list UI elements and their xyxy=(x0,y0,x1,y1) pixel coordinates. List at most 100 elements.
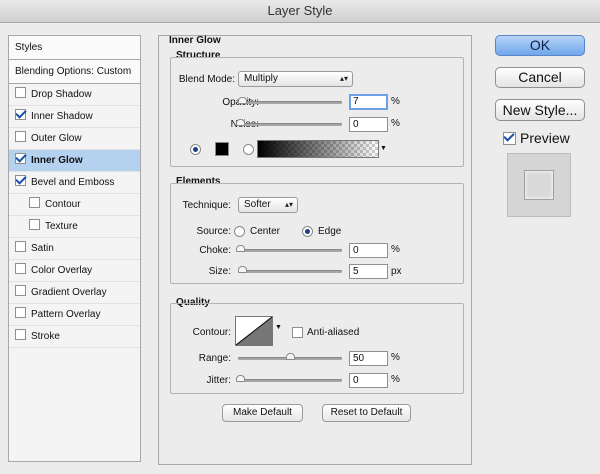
opacity-slider-thumb[interactable] xyxy=(238,97,247,104)
style-item-outer-glow[interactable]: Outer Glow xyxy=(9,128,140,150)
style-checkbox[interactable] xyxy=(29,197,40,208)
size-slider-thumb[interactable] xyxy=(238,266,247,273)
noise-unit: % xyxy=(391,118,400,129)
styles-header[interactable]: Styles xyxy=(9,36,140,60)
blend-mode-value: Multiply xyxy=(244,73,278,84)
style-checkbox[interactable] xyxy=(15,87,26,98)
preview-label[interactable]: Preview xyxy=(520,130,570,146)
opacity-input[interactable]: 7 xyxy=(349,94,388,110)
choke-unit: % xyxy=(391,244,400,255)
contour-label: Contour: xyxy=(192,327,231,338)
style-checkbox[interactable] xyxy=(15,153,26,164)
style-item-label: Bevel and Emboss xyxy=(31,177,115,188)
style-item-inner-shadow[interactable]: Inner Shadow xyxy=(9,106,140,128)
blending-options-row[interactable]: Blending Options: Custom xyxy=(9,60,140,84)
make-default-button[interactable]: Make Default xyxy=(222,404,303,422)
gradient-dropdown-icon[interactable]: ▼ xyxy=(380,145,387,152)
style-item-texture[interactable]: Texture xyxy=(9,216,140,238)
new-style-button[interactable]: New Style... xyxy=(495,99,585,121)
reset-to-default-button[interactable]: Reset to Default xyxy=(322,404,411,422)
range-label: Range: xyxy=(198,353,231,364)
choke-label: Choke: xyxy=(199,245,231,256)
style-item-label: Contour xyxy=(45,199,81,210)
size-unit: px xyxy=(391,266,402,277)
style-item-bevel-and-emboss[interactable]: Bevel and Emboss xyxy=(9,172,140,194)
style-item-label: Color Overlay xyxy=(31,265,93,276)
anti-aliased-checkbox[interactable] xyxy=(292,327,303,338)
inner-glow-panel: Inner Glow Structure Blend Mode: Multipl… xyxy=(158,35,472,465)
style-item-label: Inner Shadow xyxy=(31,111,93,122)
style-item-satin[interactable]: Satin xyxy=(9,238,140,260)
glow-gradient-picker[interactable] xyxy=(257,140,379,158)
technique-value: Softer xyxy=(244,199,271,210)
color-radio[interactable] xyxy=(190,144,201,155)
jitter-input[interactable]: 0 xyxy=(349,373,388,388)
noise-input[interactable]: 0 xyxy=(349,117,388,132)
source-center-label[interactable]: Center xyxy=(250,226,280,237)
noise-slider-thumb[interactable] xyxy=(236,119,245,126)
size-slider[interactable] xyxy=(238,270,342,273)
style-checkbox[interactable] xyxy=(15,307,26,318)
choke-slider[interactable] xyxy=(238,249,342,252)
style-item-label: Pattern Overlay xyxy=(31,309,101,320)
style-checkbox[interactable] xyxy=(15,263,26,274)
style-item-label: Outer Glow xyxy=(31,133,82,144)
ok-button[interactable]: OK xyxy=(495,35,585,56)
style-item-label: Satin xyxy=(31,243,54,254)
style-item-gradient-overlay[interactable]: Gradient Overlay xyxy=(9,282,140,304)
anti-aliased-label[interactable]: Anti-aliased xyxy=(307,327,359,338)
opacity-unit: % xyxy=(391,96,400,107)
style-item-drop-shadow[interactable]: Drop Shadow xyxy=(9,84,140,106)
source-edge-label[interactable]: Edge xyxy=(318,226,341,237)
technique-select[interactable]: Softer ▴▾ xyxy=(238,197,298,213)
inner-glow-title: Inner Glow xyxy=(169,35,221,46)
style-checkbox[interactable] xyxy=(15,175,26,186)
range-slider-thumb[interactable] xyxy=(286,353,295,360)
cancel-button[interactable]: Cancel xyxy=(495,67,585,88)
opacity-slider[interactable] xyxy=(238,101,342,104)
style-item-inner-glow[interactable]: Inner Glow xyxy=(9,150,140,172)
style-item-label: Texture xyxy=(45,221,78,232)
jitter-slider[interactable] xyxy=(238,379,342,382)
style-item-label: Stroke xyxy=(31,331,60,342)
style-checkbox[interactable] xyxy=(15,131,26,142)
size-label: Size: xyxy=(208,266,231,277)
jitter-label: Jitter: xyxy=(206,375,231,386)
style-checkbox[interactable] xyxy=(29,219,40,230)
noise-slider[interactable] xyxy=(238,123,342,126)
style-checkbox[interactable] xyxy=(15,329,26,340)
contour-thumbnail[interactable] xyxy=(235,316,273,346)
style-item-color-overlay[interactable]: Color Overlay xyxy=(9,260,140,282)
window-title: Layer Style xyxy=(0,0,600,23)
style-item-label: Drop Shadow xyxy=(31,89,92,100)
style-item-stroke[interactable]: Stroke xyxy=(9,326,140,348)
style-preview xyxy=(507,153,571,217)
style-item-label: Gradient Overlay xyxy=(31,287,107,298)
style-item-pattern-overlay[interactable]: Pattern Overlay xyxy=(9,304,140,326)
style-item-contour[interactable]: Contour xyxy=(9,194,140,216)
source-center-radio[interactable] xyxy=(234,226,245,237)
gradient-radio[interactable] xyxy=(243,144,254,155)
updown-arrows-icon: ▴▾ xyxy=(339,74,348,83)
preview-swatch xyxy=(524,170,554,200)
preview-checkbox[interactable] xyxy=(503,132,516,145)
glow-color-swatch[interactable] xyxy=(215,142,229,156)
blend-mode-select[interactable]: Multiply ▴▾ xyxy=(238,71,353,87)
contour-dropdown-icon[interactable]: ▼ xyxy=(275,324,282,331)
source-label: Source: xyxy=(196,226,231,237)
style-checkbox[interactable] xyxy=(15,109,26,120)
range-unit: % xyxy=(391,352,400,363)
style-checkbox[interactable] xyxy=(15,241,26,252)
jitter-unit: % xyxy=(391,374,400,385)
technique-label: Technique: xyxy=(182,200,231,211)
style-checkbox[interactable] xyxy=(15,285,26,296)
contour-curve-icon xyxy=(236,317,272,345)
source-edge-radio[interactable] xyxy=(302,226,313,237)
size-input[interactable]: 5 xyxy=(349,264,388,279)
updown-arrows-icon: ▴▾ xyxy=(284,200,293,209)
range-input[interactable]: 50 xyxy=(349,351,388,366)
choke-input[interactable]: 0 xyxy=(349,243,388,258)
choke-slider-thumb[interactable] xyxy=(236,245,245,252)
styles-list: Styles Blending Options: Custom Drop Sha… xyxy=(8,35,141,462)
jitter-slider-thumb[interactable] xyxy=(236,375,245,382)
